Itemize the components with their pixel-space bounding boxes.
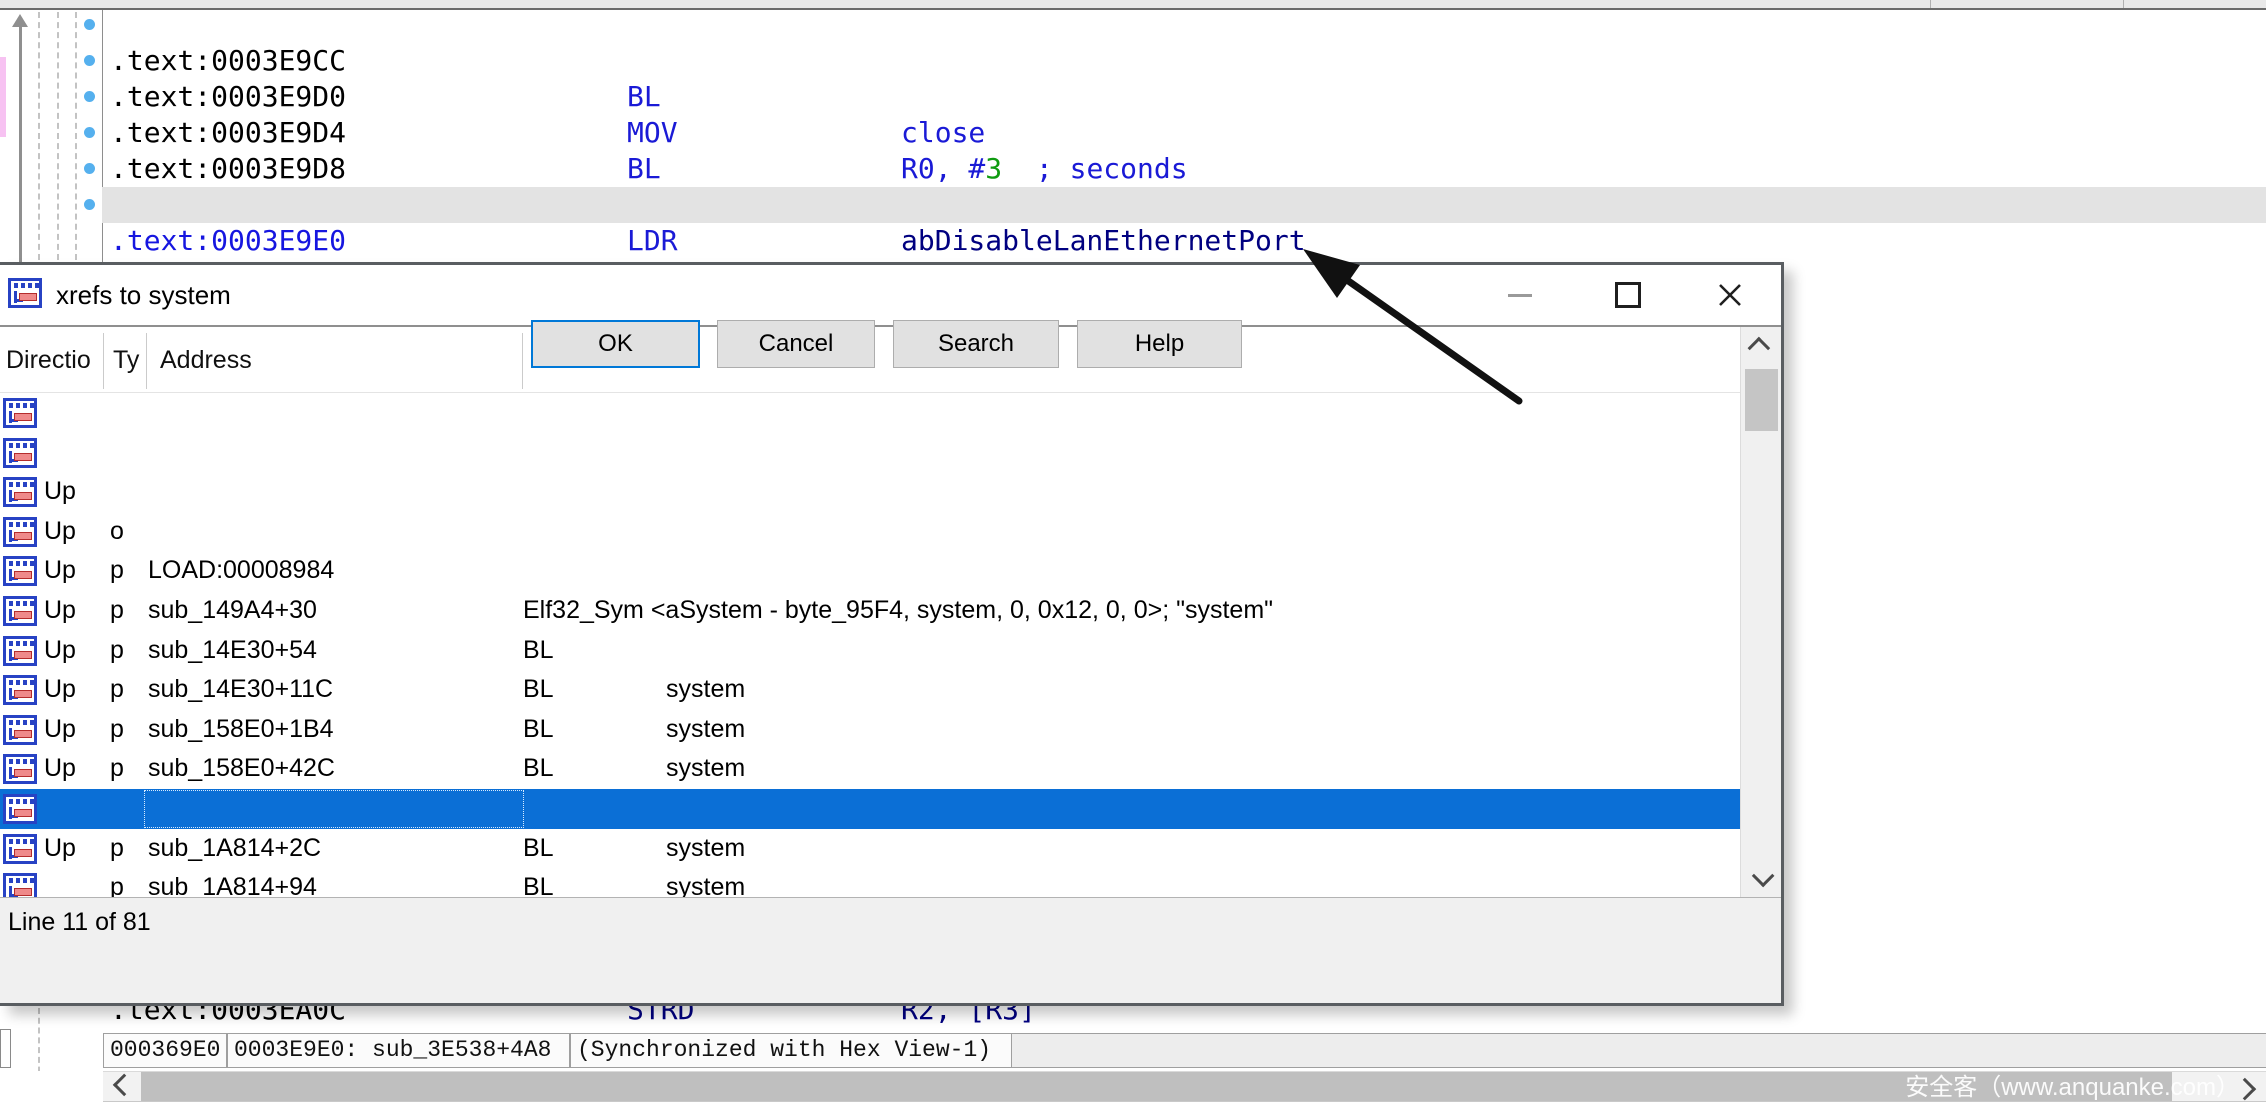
xref-table-row[interactable]: Up p sub_149A4+30 BL system <box>0 433 1742 473</box>
maximize-icon <box>1615 282 1641 308</box>
help-button[interactable]: Help <box>1077 320 1242 368</box>
disasm-line[interactable]: .text:0003E9E0 BL system <box>102 187 2266 223</box>
scroll-left-button[interactable] <box>103 1071 141 1102</box>
xref-item-icon <box>3 556 37 586</box>
xrefs-window-icon <box>8 278 42 308</box>
xref-table-row[interactable]: Up p sub_158E0+1B4 BL system <box>0 551 1742 591</box>
xref-table-row[interactable]: Up p sub_1A930+100 BL system <box>0 829 1742 869</box>
header-separator <box>146 333 147 389</box>
xref-item-icon <box>3 477 37 507</box>
header-separator <box>103 333 104 389</box>
breakpoint-dot-icon[interactable] <box>84 19 95 30</box>
watermark-label: 安全客（www.anquanke.com） <box>1905 1073 2240 1102</box>
xref-item-icon <box>3 438 37 468</box>
header-separator <box>522 333 523 389</box>
breakpoint-dot-icon[interactable] <box>84 55 95 66</box>
maximize-button[interactable] <box>1605 273 1651 317</box>
xref-table-row[interactable]: Up p sub_1AA70+BC BL system <box>0 868 1742 897</box>
corner-widget <box>0 1029 11 1068</box>
xref-item-icon <box>3 754 37 784</box>
breakpoint-dot-icon[interactable] <box>84 163 95 174</box>
disasm-line[interactable]: .text:0003E9DC LDR R0, =aReboot_0 ; "reb… <box>0 151 2266 187</box>
xref-item-icon <box>3 398 37 428</box>
minimize-icon <box>1508 294 1532 297</box>
scroll-down-button[interactable] <box>1741 859 1781 897</box>
vscroll-thumb[interactable] <box>1745 369 1778 431</box>
xref-item-icon <box>3 834 37 864</box>
disasm-line[interactable]: .text:0003E9D4 BL sleep <box>0 79 2266 115</box>
search-button[interactable]: Search <box>893 320 1059 368</box>
statusbar-sync-label: (Synchronized with Hex View-1) <box>570 1033 1012 1068</box>
chevron-left-icon <box>113 1073 136 1096</box>
xref-item-icon <box>3 675 37 705</box>
statusbar-address-label: 0003E9E0: sub_3E538+4A8 <box>227 1033 570 1068</box>
xref-table-row[interactable]: Up o LOAD:00008984 Elf32_Sym <aSystem - … <box>0 393 1742 433</box>
xrefs-dialog: xrefs to system Directio Ty Address Text… <box>0 262 1784 1006</box>
chevron-down-icon <box>1752 865 1775 888</box>
xref-list[interactable]: Up o LOAD:00008984 Elf32_Sym <aSystem - … <box>0 393 1742 897</box>
hscroll-thumb[interactable] <box>141 1072 2172 1101</box>
disasm-line[interactable]: .text:0003E9D8 BL abDisableLanEthernetPo… <box>0 115 2266 151</box>
dialog-title: xrefs to system <box>56 265 231 325</box>
breakpoint-dot-icon[interactable] <box>84 91 95 102</box>
disasm-line[interactable]: .text:0003E9CC BL close <box>0 7 2266 43</box>
disasm-line[interactable]: .text:0003E9E4 <box>0 223 2266 259</box>
close-icon <box>1717 282 1743 308</box>
xref-item-icon <box>3 873 37 897</box>
column-header-direction[interactable]: Directio <box>6 327 91 393</box>
ok-button[interactable]: OK <box>531 320 700 368</box>
xref-table-row[interactable]: Up p sub_1A814+94 BL system <box>0 710 1742 750</box>
statusbar-file-offset: 000369E0 <box>103 1033 227 1068</box>
xref-item-icon <box>3 794 37 824</box>
xref-table-row[interactable]: Up p sub_14E30+54 BL system <box>0 472 1742 512</box>
vertical-scrollbar[interactable] <box>1740 327 1781 897</box>
disassembly-view[interactable]: .text:0003E9CC BL close .text:0003E9D0 M… <box>0 10 2266 262</box>
xref-table-row[interactable]: Up p sub_1A930+E8 BL system <box>0 749 1742 789</box>
cancel-button[interactable]: Cancel <box>717 320 875 368</box>
xref-item-icon <box>8 278 42 308</box>
dialog-titlebar[interactable]: xrefs to system <box>0 265 1781 327</box>
scroll-up-button[interactable] <box>1741 327 1781 365</box>
xref-table-row[interactable]: Up p sub_1A814+2C BL system <box>0 670 1742 710</box>
focus-rectangle <box>144 790 524 828</box>
xref-item-icon <box>3 596 37 626</box>
chevron-up-icon <box>1748 337 1771 360</box>
dialog-status-area: Line 11 of 81 <box>0 897 1781 1003</box>
disasm-line[interactable]: .text:0003E9D0 MOV R0, #3 ; seconds <box>0 43 2266 79</box>
xref-table-row[interactable]: Up p .text:00019480 BL system <box>0 631 1742 671</box>
xref-table-row[interactable]: Up p sub_158E0+42C BL system <box>0 591 1742 631</box>
minimize-button[interactable] <box>1497 273 1543 317</box>
xref-item-icon <box>3 715 37 745</box>
line-indicator: Line 11 of 81 <box>8 908 151 937</box>
xref-item-icon <box>3 636 37 666</box>
column-header-address[interactable]: Address <box>160 327 252 393</box>
breakpoint-dot-icon[interactable] <box>84 127 95 138</box>
close-button[interactable] <box>1707 273 1753 317</box>
breakpoint-dot-icon[interactable] <box>84 199 95 210</box>
column-header-type[interactable]: Ty <box>113 327 139 393</box>
xref-table-row[interactable]: Up p sub_14E30+11C BL system <box>0 512 1742 552</box>
xref-table-row[interactable]: Up p sub_1A930+F8 BL system <box>0 789 1742 829</box>
xref-item-icon <box>3 517 37 547</box>
